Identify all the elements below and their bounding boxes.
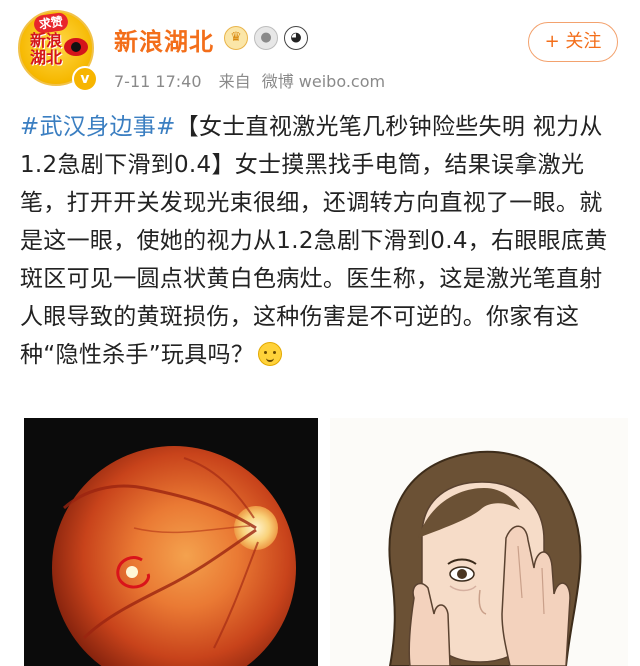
smile-emoji-icon [258,342,283,366]
illustration-image[interactable] [330,418,628,666]
post-source[interactable]: 微博 weibo.com [262,72,385,91]
panda-icon[interactable]: ◕ [284,26,308,50]
woman-covering-eye-graphic [330,418,628,666]
retina-image[interactable] [24,418,318,666]
weibo-logo-icon [64,38,88,56]
post-body: #武汉身边事#【女士直视激光笔几秒钟险些失明 视力从1.2急剧下滑到0.4】女士… [20,108,624,374]
verified-icon: v [72,66,98,92]
crown-icon[interactable]: ♛ [224,26,248,50]
post-text: 【女士直视激光笔几秒钟险些失明 视力从1.2急剧下滑到0.4】女士摸黑找手电筒，… [20,114,608,368]
post-header: 求赞 新浪湖北 v 新浪湖北 ♛ ● ◕ 7-11 17:40 来自 微博 we… [0,0,640,104]
username[interactable]: 新浪湖北 [114,22,214,57]
post-source-prefix: 来自 [218,72,251,91]
post-meta: 7-11 17:40 来自 微博 weibo.com [114,68,397,92]
hashtag-link[interactable]: #武汉身边事# [20,114,176,140]
retina-fundus-graphic [24,418,318,666]
user-badges: ♛ ● ◕ [224,26,308,50]
post-timestamp: 7-11 17:40 [114,72,202,91]
medal-icon[interactable]: ● [254,26,278,50]
follow-button[interactable]: + 关注 [528,22,618,62]
